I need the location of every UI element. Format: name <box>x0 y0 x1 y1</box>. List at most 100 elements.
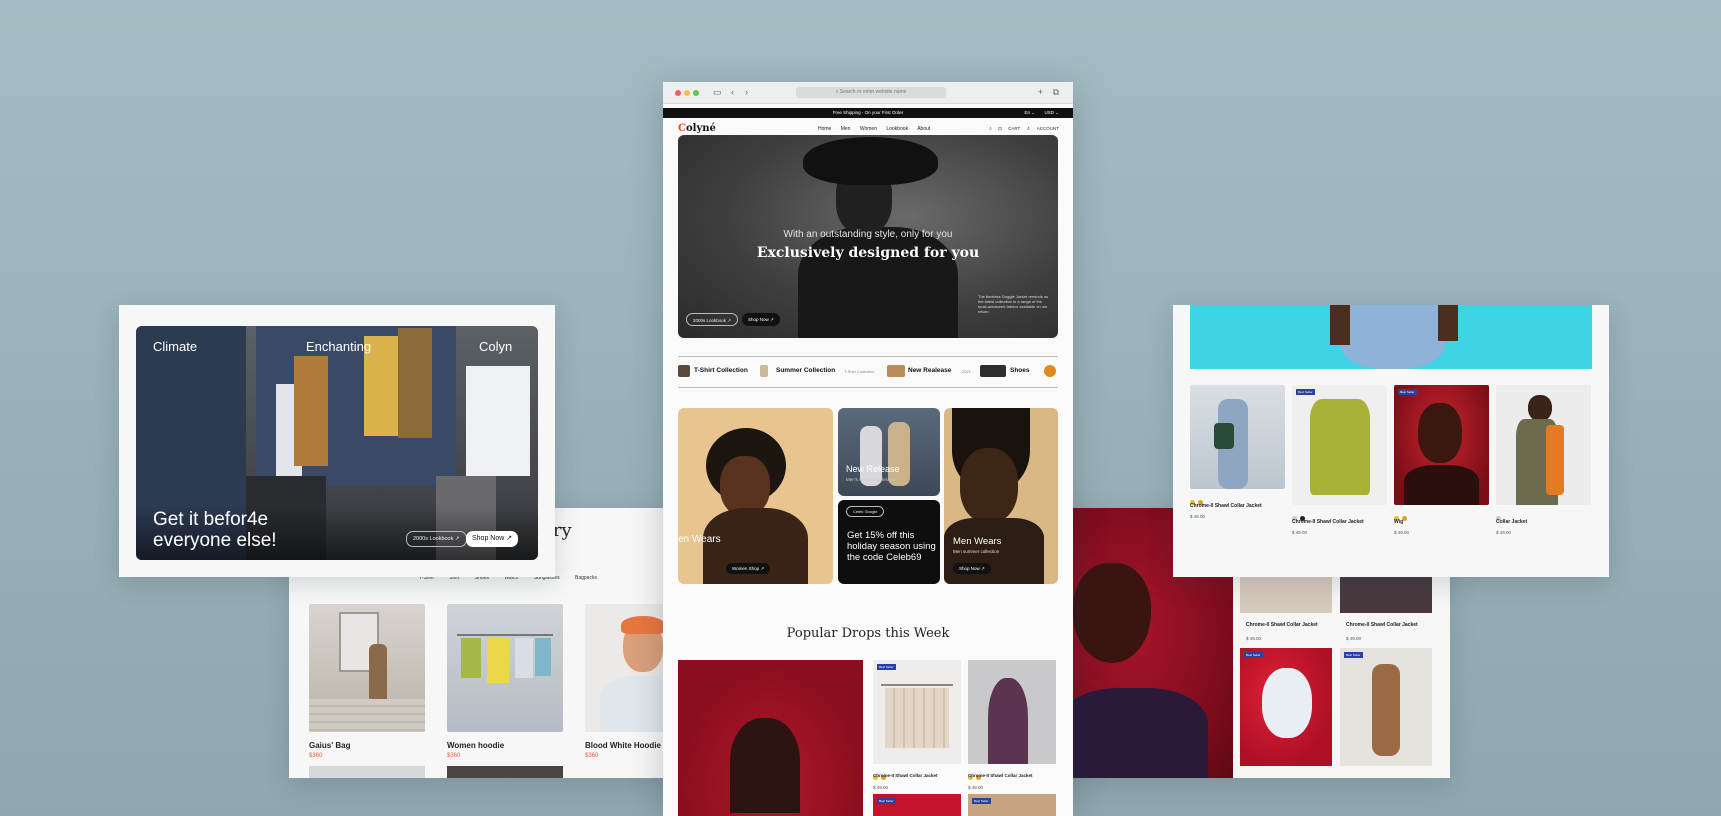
banner-headline: Get it befor4e everyone else! <box>153 509 277 551</box>
banner-word-1: Climate <box>153 339 198 354</box>
women-shop-button[interactable]: Women Shop ↗ <box>726 563 771 574</box>
language-select[interactable]: En ⌄ <box>1024 108 1035 118</box>
product-price: $ 49.00 <box>1246 636 1262 641</box>
product-card[interactable]: Gaius' Bag $360 <box>309 604 425 759</box>
promo-bar: Free Shipping - On your First Order En ⌄… <box>663 108 1073 118</box>
product-image <box>447 604 563 732</box>
product-card[interactable]: Best Seller Wig $ 49.00 <box>1394 385 1489 535</box>
lookbook-button[interactable]: 2000s Lookbook ↗ <box>686 313 739 326</box>
product-name: Wig <box>1394 519 1404 525</box>
product-name: Chrome-II Shawl Collar Jacket <box>1190 503 1262 509</box>
men-tile-subtitle: Men summer collection <box>953 549 1000 554</box>
nav-women[interactable]: Women <box>860 126 877 132</box>
header-actions: ⌕ ⊡ CART ♙ ACCOUNT <box>984 126 1059 132</box>
left-banner-card: Climate Enchanting Colyn Get it befor4e … <box>119 305 555 577</box>
product-price: $ 49.00 <box>1346 636 1362 641</box>
product-image[interactable] <box>968 660 1056 764</box>
product-image: Best Seller <box>1394 385 1489 505</box>
bestseller-badge: Best Seller <box>1344 652 1363 658</box>
new-release-subtitle: Men's summer collection <box>846 477 896 482</box>
hero-banner: With an outstanding style, only for you … <box>678 135 1058 338</box>
product-price: $360 <box>309 753 323 759</box>
hero-photo <box>803 137 938 185</box>
maximize-dot[interactable] <box>693 90 699 96</box>
popular-heading: Popular Drops this Week <box>786 626 950 641</box>
main-nav: Home Men Women Lookbook About <box>818 126 938 132</box>
new-release-title: New Release <box>846 464 900 474</box>
discount-code-chip[interactable]: Celeb Google <box>846 506 885 517</box>
address-placeholder: Search or enter website name <box>839 89 907 95</box>
men-shop-button[interactable]: Shop Now ↗ <box>953 563 991 574</box>
collection-new-release[interactable]: New Realease <box>908 367 951 374</box>
collection-summer-note: T-Shirt Collection <box>844 369 875 374</box>
back-icon[interactable]: ‹ <box>731 87 734 98</box>
product-price: $ 49.00 <box>1190 514 1206 519</box>
product-name: Gaius' Bag <box>309 741 351 750</box>
men-tile[interactable]: Men Wears Men summer collection Shop Now… <box>944 408 1058 584</box>
product-price: $ 49.00 <box>1496 530 1512 535</box>
banner-word-2: Enchanting <box>306 339 372 354</box>
women-tile[interactable]: en Wears Women Shop ↗ <box>678 408 833 584</box>
product-image <box>1496 385 1591 505</box>
product-card[interactable]: Chrome-II Shawl Collar Jacket $ 49.00 <box>1190 385 1285 519</box>
women-tile-label: en Wears <box>678 534 721 545</box>
banner-word-3: Colyn <box>479 339 513 354</box>
bestseller-badge: Best Seller <box>1296 389 1315 395</box>
bestseller-badge: Best Seller <box>877 664 896 670</box>
product-card[interactable]: Collar Jacket $ 49.00 <box>1496 385 1591 535</box>
close-dot[interactable] <box>675 90 681 96</box>
product-card[interactable]: Best Seller Chrome-II Shawl Collar Jacke… <box>1292 385 1387 535</box>
product-price: $ 49.00 <box>1292 530 1308 535</box>
lookbook-button[interactable]: 2000s Lookbook ↗ <box>406 531 467 547</box>
address-bar[interactable]: ⌕ Search or enter website name <box>796 87 946 98</box>
product-name: Chrome-II Shawl Collar Jacket <box>1246 622 1318 628</box>
browser-window: ▭ ‹ › ⌕ Search or enter website name + ⧉… <box>663 82 1073 816</box>
product-name: Chrome-II Shawl Collar Jacket <box>968 773 1033 778</box>
product-image <box>1190 385 1285 489</box>
discount-tile: Celeb Google Get 15% off this holiday se… <box>838 500 940 584</box>
new-release-tile[interactable]: New Release Men's summer collection <box>838 408 940 496</box>
collection-new-release-note: 2021 <box>962 369 971 374</box>
product-image: Best Seller <box>1292 385 1387 505</box>
nav-men[interactable]: Men <box>841 126 851 132</box>
product-price: $ 49.00 <box>1394 530 1410 535</box>
product-name: Collar Jacket <box>1496 519 1528 525</box>
product-image[interactable]: Best Seller <box>873 660 961 764</box>
product-card[interactable]: Women hoodie $360 <box>447 604 563 759</box>
hero-subtitle: With an outstanding style, only for you <box>783 229 953 240</box>
filter-bagpacks[interactable]: Bagpacks <box>575 575 597 581</box>
minimize-dot[interactable] <box>684 90 690 96</box>
nav-lookbook[interactable]: Lookbook <box>886 126 908 132</box>
browser-toolbar: ▭ ‹ › ⌕ Search or enter website name + ⧉ <box>663 82 1073 104</box>
product-price: $ 49.00 <box>968 785 984 790</box>
currency-select[interactable]: USD ⌄ <box>1044 108 1059 118</box>
shop-now-button[interactable]: Shop Now ↗ <box>742 313 780 326</box>
promo-text: Free Shipping - On your First Order <box>832 110 904 115</box>
search-icon[interactable]: ⌕ <box>989 126 992 131</box>
product-image: Best Seller <box>1240 648 1332 766</box>
collection-summer[interactable]: Summer Collection <box>776 367 835 374</box>
forward-icon[interactable]: › <box>745 87 748 98</box>
collection-shoes[interactable]: Shoes <box>1010 367 1030 374</box>
bestseller-badge: Best Seller <box>1398 389 1417 395</box>
bestseller-badge: Best Seller <box>1244 652 1263 658</box>
product-name: Chrome-II Shawl Collar Jacket <box>1292 519 1364 525</box>
hero-description: The timeless Goggle Jacket reminds us th… <box>978 294 1049 314</box>
nav-about[interactable]: About <box>917 126 930 132</box>
account-link[interactable]: ♙ ACCOUNT <box>1026 126 1059 131</box>
cart-link[interactable]: ⊡ CART <box>998 126 1020 131</box>
tabs-overview-icon[interactable]: ⧉ <box>1053 87 1059 98</box>
product-name: Women hoodie <box>447 741 505 750</box>
site-logo[interactable]: Colyné <box>678 123 716 134</box>
sidebar-icon[interactable]: ▭ <box>713 87 722 98</box>
discount-text: Get 15% off this holiday season using th… <box>847 530 936 563</box>
nav-home[interactable]: Home <box>818 126 831 132</box>
popular-feature-image[interactable] <box>678 660 863 816</box>
product-name: Chrome-II Shawl Collar Jacket <box>873 773 938 778</box>
collection-tshirt[interactable]: T-Shirt Collection <box>694 367 748 374</box>
product-image <box>309 604 425 732</box>
new-tab-icon[interactable]: + <box>1038 87 1043 98</box>
shop-now-button[interactable]: Shop Now ↗ <box>466 531 519 547</box>
product-price: $360 <box>447 753 461 759</box>
collection-strip: T-Shirt Collection Summer Collection T-S… <box>678 365 1058 379</box>
